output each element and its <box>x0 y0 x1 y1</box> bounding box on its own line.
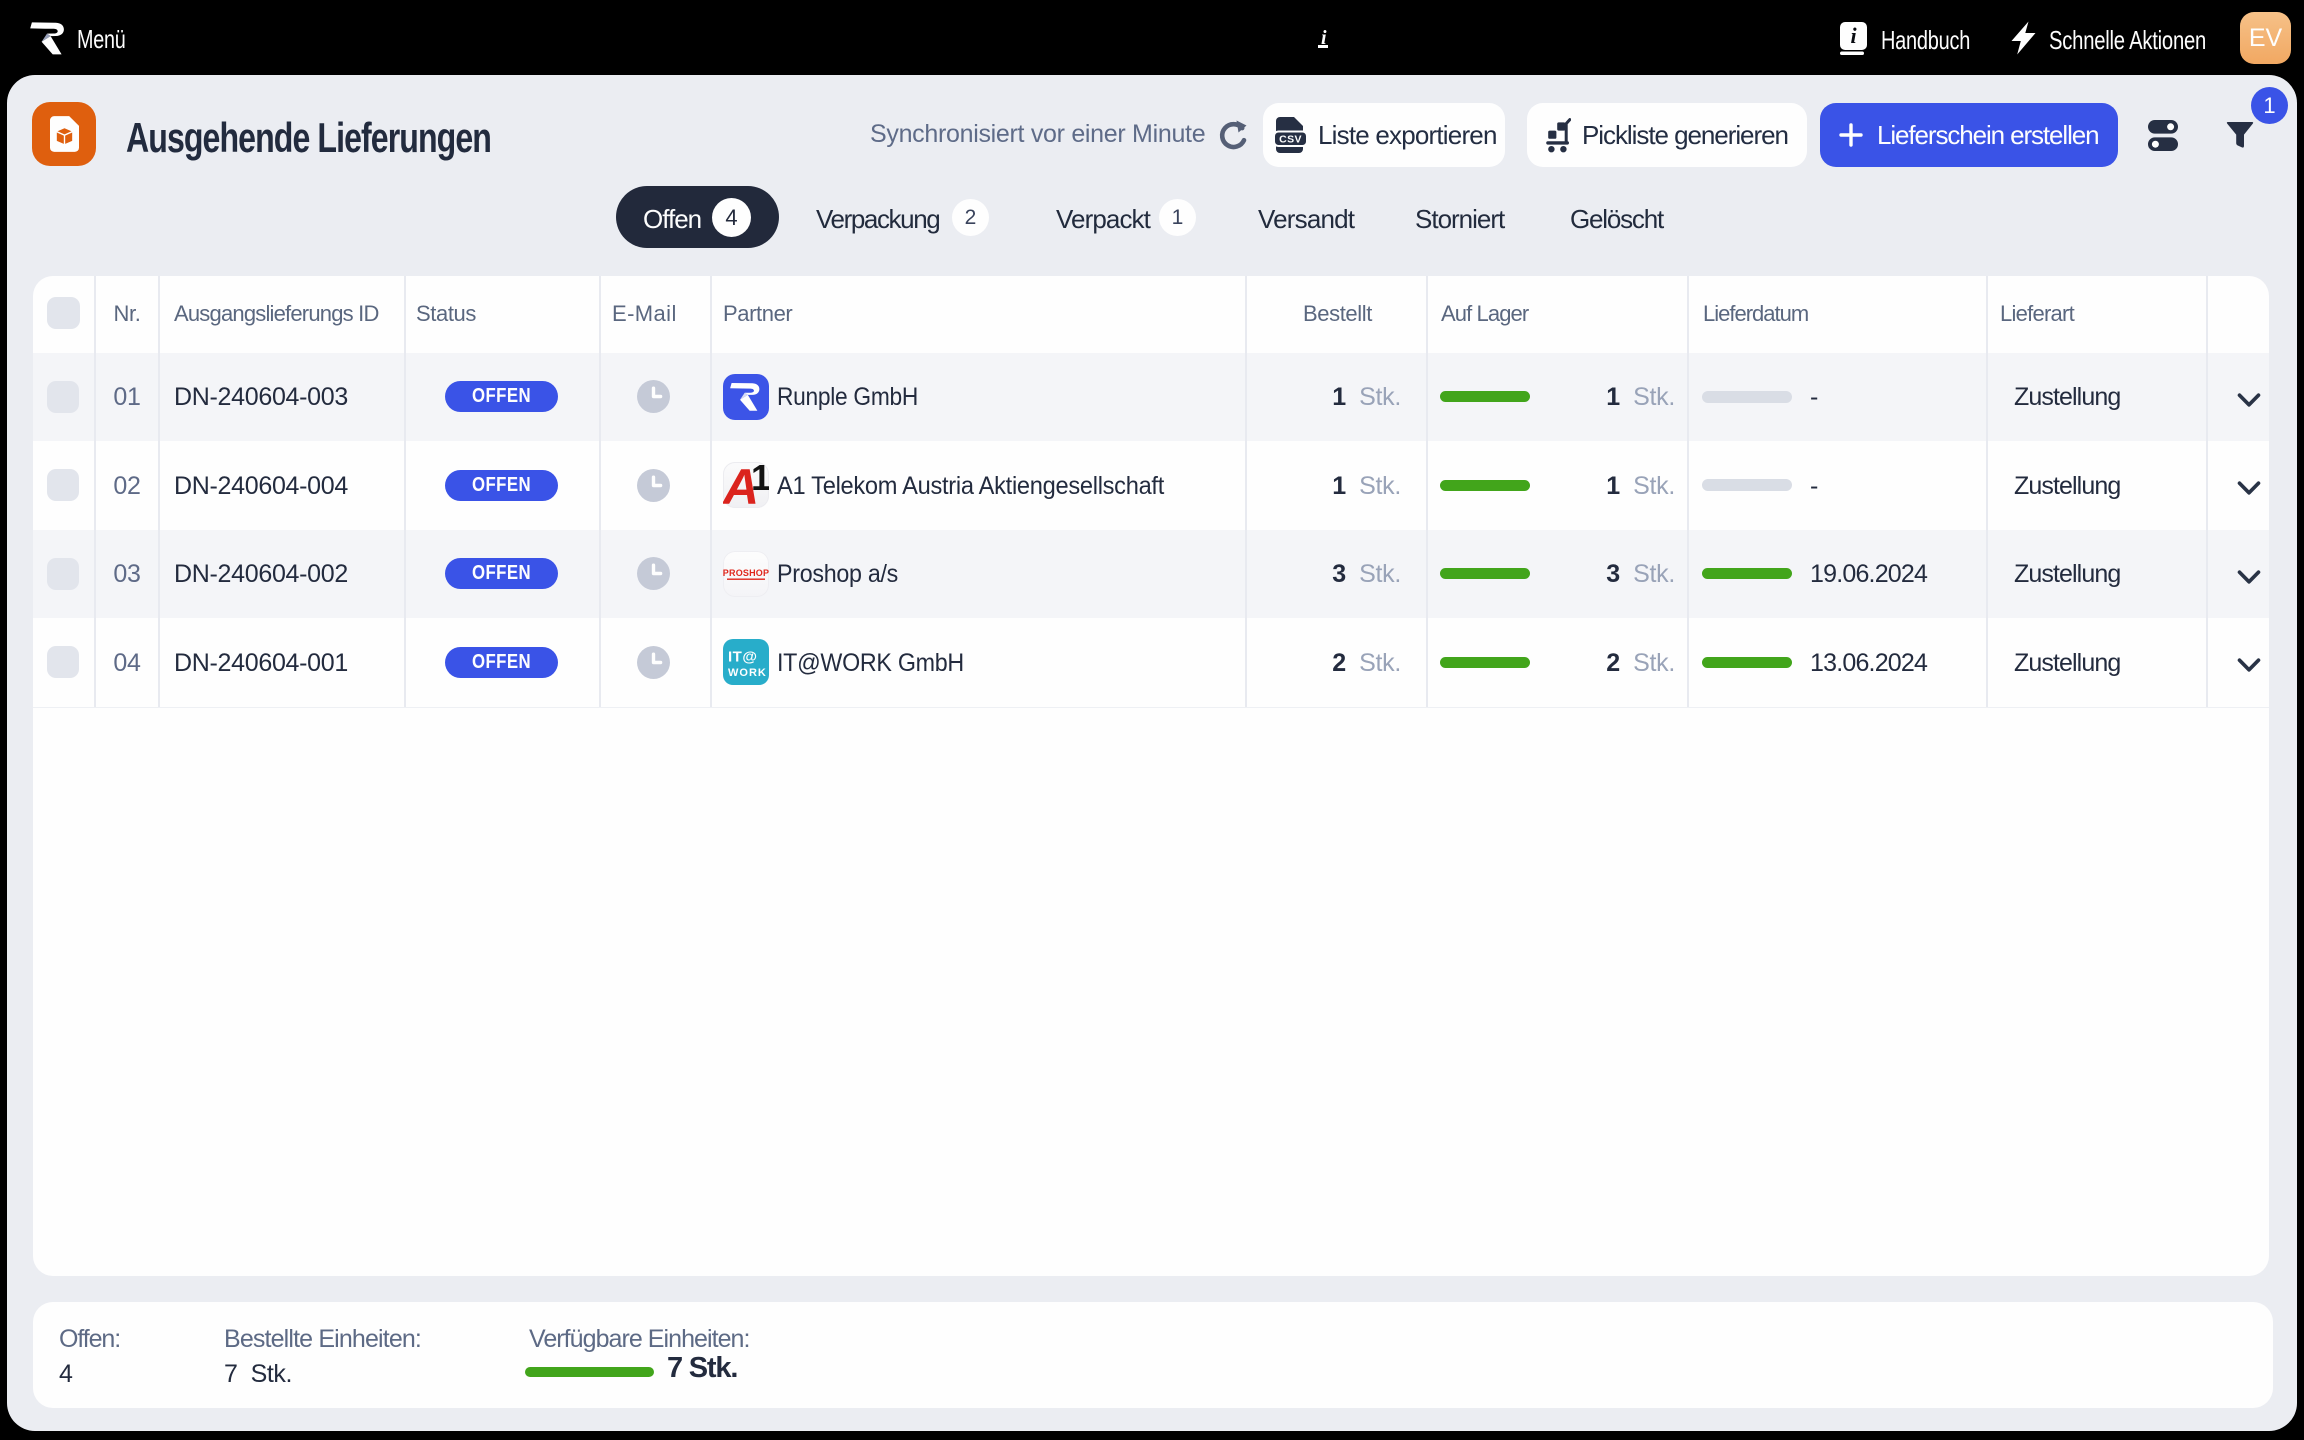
svg-text:1: 1 <box>751 462 769 498</box>
svg-text:i: i <box>1850 23 1857 48</box>
svg-text:CSV: CSV <box>1279 134 1302 146</box>
svg-text:PROSHOP: PROSHOP <box>723 568 769 578</box>
svg-text:WORK: WORK <box>728 667 767 679</box>
svg-text:IT@: IT@ <box>728 649 757 666</box>
